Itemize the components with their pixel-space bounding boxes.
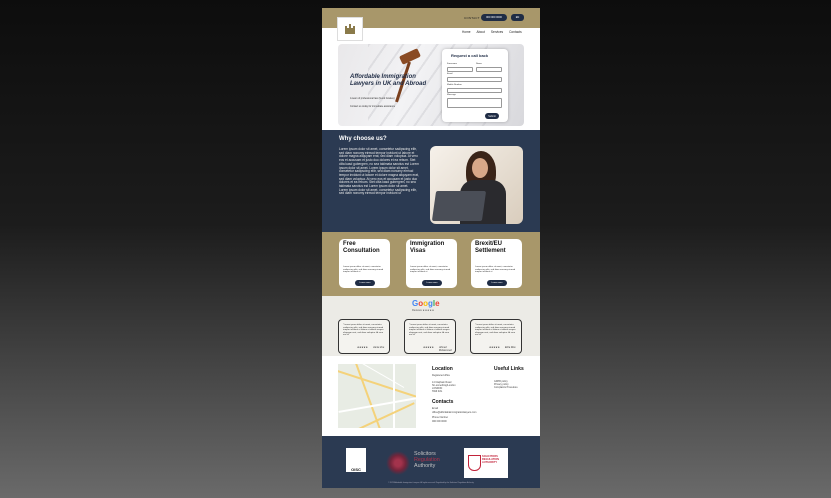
sra-line-3: Authority — [414, 463, 436, 470]
location-section: Location Registered office 14 Clapham Ro… — [322, 356, 540, 436]
castle-icon — [345, 24, 355, 34]
complaints-link[interactable]: Complaints Procedure — [494, 386, 518, 390]
learn-more-button[interactable]: Learn more — [355, 280, 375, 286]
why-title: Why choose us? — [339, 136, 387, 142]
phone-button[interactable]: 000 000 0000 — [481, 14, 507, 21]
email-label: Email — [447, 73, 453, 75]
reviews-subtitle: Reviews ★★★★★ — [412, 309, 435, 312]
sra-badge-text: SOLICITORS REGULATION AUTHORITY — [482, 455, 499, 464]
service-title: Brexit/EU Settlement — [475, 241, 506, 254]
star-rating: ★★★★★ — [489, 346, 500, 349]
name-label: Name — [476, 63, 482, 65]
reviews-section: Google Reviews ★★★★★ "Lorem ipsum dolor … — [322, 296, 540, 356]
message-label: Message — [447, 94, 456, 96]
service-text: Lorem ipsum dolor sit amet, consetetur s… — [410, 266, 451, 274]
services-section: Free Consultation Lorem ipsum dolor sit … — [322, 232, 540, 296]
service-title: Free Consultation — [343, 241, 380, 254]
lawyer-photo — [430, 146, 523, 224]
site-logo[interactable] — [337, 17, 363, 41]
phone-label: Mobile Number — [447, 84, 462, 86]
google-logo: Google — [412, 299, 440, 308]
review-text: "Lorem ipsum dolor sit amet, consetetur … — [343, 324, 384, 337]
nav-item-contacts[interactable]: Contacts — [509, 30, 522, 34]
location-title: Location — [432, 366, 453, 372]
nav-item-about[interactable]: About — [477, 30, 485, 34]
oisc-label: OISC — [351, 467, 361, 472]
phone-input[interactable] — [447, 88, 502, 93]
learn-more-button[interactable]: Learn more — [487, 280, 507, 286]
location-subtitle: Registered office — [432, 374, 450, 377]
map-embed[interactable] — [338, 364, 416, 428]
service-title: Immigration Visas — [410, 241, 445, 254]
service-card-consultation: Free Consultation Lorem ipsum dolor sit … — [339, 239, 390, 288]
message-textarea[interactable] — [447, 98, 502, 108]
submit-button[interactable]: Submit — [485, 113, 499, 119]
star-rating: ★★★★★ — [357, 346, 368, 349]
main-nav: Home About Services Contacts — [462, 30, 522, 34]
why-text: Lorem ipsum dolor sit amet, consetetur s… — [339, 147, 419, 196]
contact-link[interactable]: CONTACT — [464, 16, 480, 20]
language-button[interactable]: EN — [511, 14, 524, 21]
reviewer-name: Eliza Rice — [505, 346, 516, 349]
sra-dots-icon — [386, 451, 410, 475]
email-link[interactable]: office@affordableimmigrationlawyers.com — [432, 411, 476, 415]
hero-subtitle-2: Contact us today for immediate assistanc… — [350, 105, 396, 108]
review-card: "Lorem ipsum dolor sit amet, consetetur … — [404, 319, 456, 354]
contacts-title: Contacts — [432, 399, 454, 405]
star-rating: ★★★★★ — [423, 346, 434, 349]
why-paragraph-2: Lorem ipsum dolor sit amet, consetetur s… — [339, 187, 417, 196]
sra-badge[interactable]: SOLICITORS REGULATION AUTHORITY — [464, 448, 508, 478]
shield-icon — [468, 455, 481, 471]
review-card: "Lorem ipsum dolor sit amet, consetetur … — [338, 319, 390, 354]
hero-title: Affordable Immigration Lawyers in UK and… — [350, 74, 427, 87]
sra-logo-text: Solicitors Regulation Authority — [414, 451, 440, 470]
service-card-visas: Immigration Visas Lorem ipsum dolor sit … — [406, 239, 457, 288]
why-paragraph-1: Lorem ipsum dolor sit amet, consetetur s… — [339, 147, 419, 189]
nav-item-home[interactable]: Home — [462, 30, 471, 34]
reviewer-name: Ahmed Mohammed — [439, 346, 452, 352]
name-input[interactable] — [476, 67, 502, 72]
oisc-logo: OISC — [346, 448, 366, 472]
callback-form: Request a call back Forename Name Email … — [442, 49, 508, 122]
hero-subtitle: A team of professional law (Good Grades) — [350, 97, 395, 100]
review-card: "Lorem ipsum dolor sit amet, consetetur … — [470, 319, 522, 354]
phone-link[interactable]: 000 000 0000 — [432, 420, 447, 424]
footer: OISC Solicitors Regulation Authority SOL… — [322, 436, 540, 488]
form-title: Request a call back — [451, 53, 489, 58]
useful-links-title: Useful Links — [494, 366, 524, 372]
review-text: "Lorem ipsum dolor sit amet, consetetur … — [475, 324, 516, 337]
reviewer-name: Jamie Zoe — [373, 346, 385, 349]
copyright-text: © 2023 Affordable Immigration Lawyers. A… — [387, 482, 475, 484]
website-page: CONTACT 000 000 0000 EN Home About Servi… — [322, 8, 540, 488]
review-text: "Lorem ipsum dolor sit amet, consetetur … — [409, 324, 450, 337]
learn-more-button[interactable]: Learn more — [422, 280, 442, 286]
address-line-4: SW9 0JG — [432, 390, 443, 393]
service-card-brexit: Brexit/EU Settlement Lorem ipsum dolor s… — [471, 239, 522, 288]
nav-item-services[interactable]: Services — [491, 30, 503, 34]
hero-section: Affordable Immigration Lawyers in UK and… — [338, 44, 524, 126]
why-choose-section: Why choose us? Lorem ipsum dolor sit ame… — [322, 130, 540, 232]
forename-label: Forename — [447, 63, 457, 65]
service-text: Lorem ipsum dolor sit amet, consetetur s… — [475, 266, 516, 274]
service-text: Lorem ipsum dolor sit amet, consetetur s… — [343, 266, 384, 274]
email-input[interactable] — [447, 77, 502, 82]
forename-input[interactable] — [447, 67, 473, 72]
